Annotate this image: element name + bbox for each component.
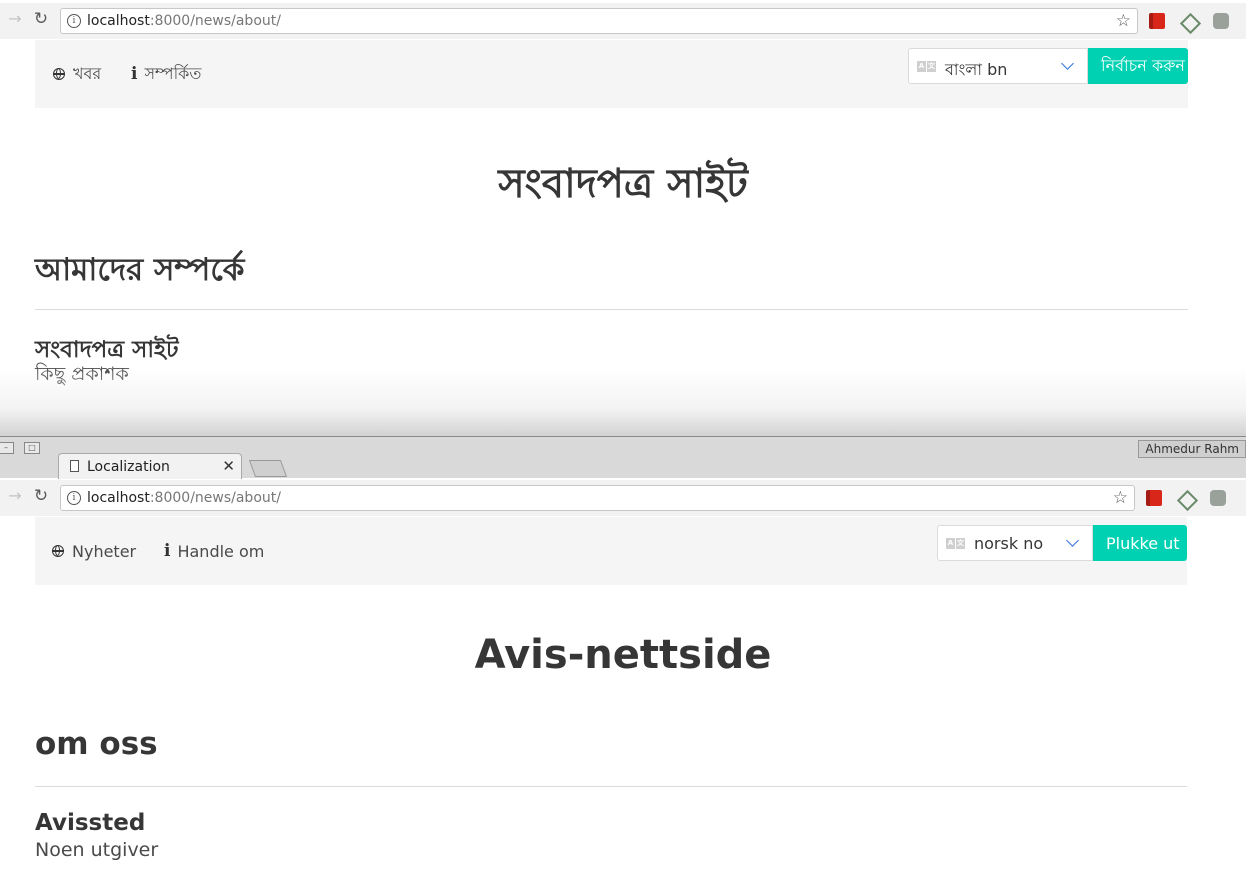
chevron-down-icon bbox=[1061, 57, 1074, 70]
info-icon: i bbox=[131, 64, 138, 84]
site-navbar: Nyheter i Handle om A文 norsk no Plukke u… bbox=[35, 517, 1187, 585]
url-field[interactable]: i localhost:8000/news/about/ ☆ bbox=[60, 8, 1138, 34]
translate-icon: A文 bbox=[946, 538, 965, 549]
close-icon[interactable]: ✕ bbox=[222, 457, 235, 475]
language-submit-button[interactable]: নির্বাচন করুন bbox=[1088, 48, 1188, 84]
about-heading: আমাদের সম্পর্কে bbox=[35, 252, 245, 288]
url-field[interactable]: i localhost:8000/news/about/ ☆ bbox=[60, 485, 1135, 511]
org-subtitle: Noen utgiver bbox=[35, 839, 159, 861]
language-select-value: norsk no bbox=[974, 534, 1044, 553]
nav-about-label: Handle om bbox=[177, 541, 265, 561]
chevron-down-icon bbox=[1066, 534, 1079, 547]
language-select[interactable]: A文 বাংলা bn bbox=[908, 48, 1088, 84]
norwegian-browser-window: – □ Ahmedur Rahm Localization ✕ → ↻ i lo… bbox=[0, 436, 1246, 892]
url-host: localhost bbox=[87, 13, 150, 29]
url-path: :8000/news/about/ bbox=[149, 13, 281, 29]
language-select[interactable]: A文 norsk no bbox=[937, 525, 1093, 561]
bengali-browser-window: → ↻ i localhost:8000/news/about/ ☆ খবর i… bbox=[0, 0, 1246, 436]
bookmark-extension-icon[interactable] bbox=[1146, 490, 1162, 506]
reload-icon[interactable]: ↻ bbox=[32, 487, 50, 505]
translate-icon: A文 bbox=[917, 61, 936, 72]
url-text: localhost:8000/news/about/ bbox=[87, 490, 281, 506]
window-shadow bbox=[0, 368, 1246, 436]
document-icon bbox=[70, 460, 79, 472]
nav-news-link[interactable]: খবর bbox=[53, 40, 101, 108]
reload-icon[interactable]: ↻ bbox=[32, 10, 50, 28]
language-submit-button[interactable]: Plukke ut bbox=[1093, 525, 1187, 561]
bookmark-extension-icon[interactable] bbox=[1149, 13, 1165, 29]
nav-about-link[interactable]: i Handle om bbox=[164, 517, 264, 585]
address-bar-row: → ↻ i localhost:8000/news/about/ ☆ bbox=[0, 480, 1246, 516]
nav-about-link[interactable]: i সম্পর্কিত bbox=[131, 40, 201, 108]
forward-arrow-icon[interactable]: → bbox=[6, 10, 24, 28]
diamond-extension-icon[interactable] bbox=[1179, 12, 1202, 35]
window-titlebar: – □ Ahmedur Rahm Localization ✕ bbox=[0, 436, 1246, 479]
url-text: localhost:8000/news/about/ bbox=[87, 13, 281, 29]
nav-about-label: সম্পর্কিত bbox=[144, 63, 202, 83]
maximize-icon[interactable]: □ bbox=[24, 442, 40, 454]
star-icon[interactable]: ☆ bbox=[1116, 11, 1131, 31]
new-tab-button[interactable] bbox=[248, 460, 288, 477]
cloud-extension-icon[interactable] bbox=[1210, 490, 1226, 506]
star-icon[interactable]: ☆ bbox=[1113, 488, 1128, 508]
language-form: A文 বাংলা bn নির্বাচন করুন bbox=[908, 48, 1188, 84]
diamond-extension-icon[interactable] bbox=[1176, 489, 1199, 512]
divider bbox=[35, 786, 1187, 787]
address-bar-row: → ↻ i localhost:8000/news/about/ ☆ bbox=[0, 3, 1246, 39]
tab-localization[interactable]: Localization ✕ bbox=[58, 453, 242, 479]
language-form: A文 norsk no Plukke ut bbox=[937, 525, 1187, 561]
url-path: :8000/news/about/ bbox=[149, 490, 281, 506]
nav-news-link[interactable]: Nyheter bbox=[52, 517, 136, 585]
nav-news-label: খবর bbox=[73, 63, 102, 83]
profile-badge[interactable]: Ahmedur Rahm bbox=[1138, 440, 1246, 458]
org-name: Avissted bbox=[35, 810, 146, 836]
globe-icon bbox=[53, 68, 65, 80]
about-heading: om oss bbox=[35, 726, 158, 762]
site-navbar: খবর i সম্পর্কিত A文 বাংলা bn নির্বাচন করু… bbox=[35, 40, 1188, 108]
globe-icon bbox=[52, 545, 64, 557]
cloud-extension-icon[interactable] bbox=[1213, 13, 1229, 29]
site-title: সংবাদপত্র সাইট bbox=[498, 161, 748, 207]
url-host: localhost bbox=[87, 490, 150, 506]
nav-news-label: Nyheter bbox=[72, 541, 137, 561]
info-icon[interactable]: i bbox=[67, 14, 81, 28]
minimize-icon[interactable]: – bbox=[0, 442, 14, 454]
language-select-value: বাংলা bn bbox=[945, 60, 1008, 79]
forward-arrow-icon[interactable]: → bbox=[6, 487, 24, 505]
divider bbox=[35, 309, 1188, 310]
info-icon[interactable]: i bbox=[67, 491, 81, 505]
info-icon: i bbox=[164, 541, 171, 561]
site-title: Avis-nettside bbox=[474, 632, 772, 678]
tab-title: Localization bbox=[87, 459, 170, 475]
